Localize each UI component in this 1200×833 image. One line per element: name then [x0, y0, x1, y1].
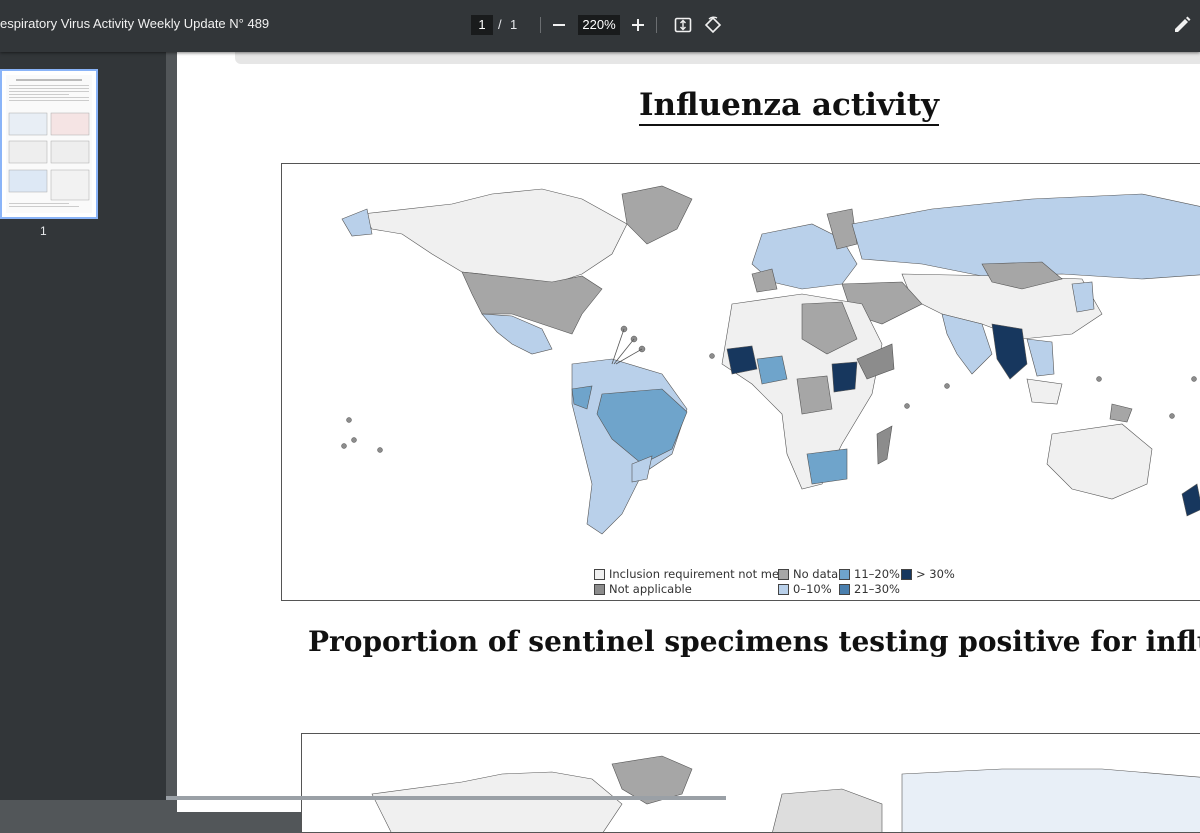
rotate-icon — [704, 16, 722, 34]
fit-page-icon — [674, 17, 692, 33]
legend-item: 21–30% — [839, 582, 900, 596]
edit-icon — [1175, 16, 1191, 32]
world-map-image — [341, 185, 1200, 535]
legend-swatch — [839, 568, 850, 580]
zoom-level-input[interactable]: 220% — [578, 15, 620, 35]
zoom-out-button[interactable] — [549, 15, 569, 39]
toolbar-divider — [540, 17, 541, 33]
document-title: espiratory Virus Activity Weekly Update … — [0, 16, 270, 31]
legend-label: Inclusion requirement not met — [609, 567, 784, 581]
zoom-in-button[interactable] — [628, 15, 648, 39]
legend-swatch — [839, 583, 850, 595]
previous-page-edge — [235, 52, 1200, 64]
legend-swatch — [901, 568, 912, 580]
section-heading-sentinel-positivity: Proportion of sentinel specimens testing… — [308, 625, 1200, 658]
total-pages: 1 — [510, 17, 518, 32]
influenza-activity-map: Inclusion requirement not met Not applic… — [281, 163, 1200, 601]
rotate-button[interactable] — [703, 15, 723, 39]
legend-label: 11–20% — [854, 567, 900, 581]
annotate-button[interactable] — [1172, 15, 1192, 39]
section-heading-influenza-activity: Influenza activity — [639, 86, 940, 126]
legend-label: Not applicable — [609, 582, 692, 596]
thumbnail-sidebar: 1 — [0, 52, 166, 800]
horizontal-scrollbar[interactable] — [166, 796, 726, 800]
legend-item: 0–10% — [778, 582, 832, 596]
thumbnail-image — [8, 79, 90, 207]
legend-item: Inclusion requirement not met — [594, 567, 784, 581]
toolbar-divider — [656, 17, 657, 33]
minus-icon — [553, 24, 565, 26]
sentinel-positivity-map — [301, 733, 1200, 833]
pdf-toolbar: espiratory Virus Activity Weekly Update … — [0, 0, 1200, 52]
legend-label: 0–10% — [793, 582, 832, 596]
fit-to-page-button[interactable] — [673, 15, 693, 39]
plus-icon — [632, 19, 644, 31]
legend-swatch — [778, 568, 789, 580]
legend-label: > 30% — [916, 567, 955, 581]
legend-swatch — [778, 583, 789, 595]
legend-item: > 30% — [901, 567, 955, 581]
legend-swatch — [594, 568, 605, 580]
thumbnail-preview — [6, 75, 92, 213]
legend-label: No data — [793, 567, 839, 581]
legend-item: 11–20% — [839, 567, 900, 581]
thumbnail-page-number: 1 — [40, 224, 47, 238]
legend-label: 21–30% — [854, 582, 900, 596]
current-page-input[interactable]: 1 — [471, 15, 493, 35]
legend-item: Not applicable — [594, 582, 692, 596]
page-thumbnail[interactable] — [0, 69, 98, 219]
legend-item: No data — [778, 567, 838, 581]
world-map-image — [371, 755, 1200, 832]
page-separator: / — [498, 17, 502, 32]
legend-swatch — [594, 583, 605, 595]
